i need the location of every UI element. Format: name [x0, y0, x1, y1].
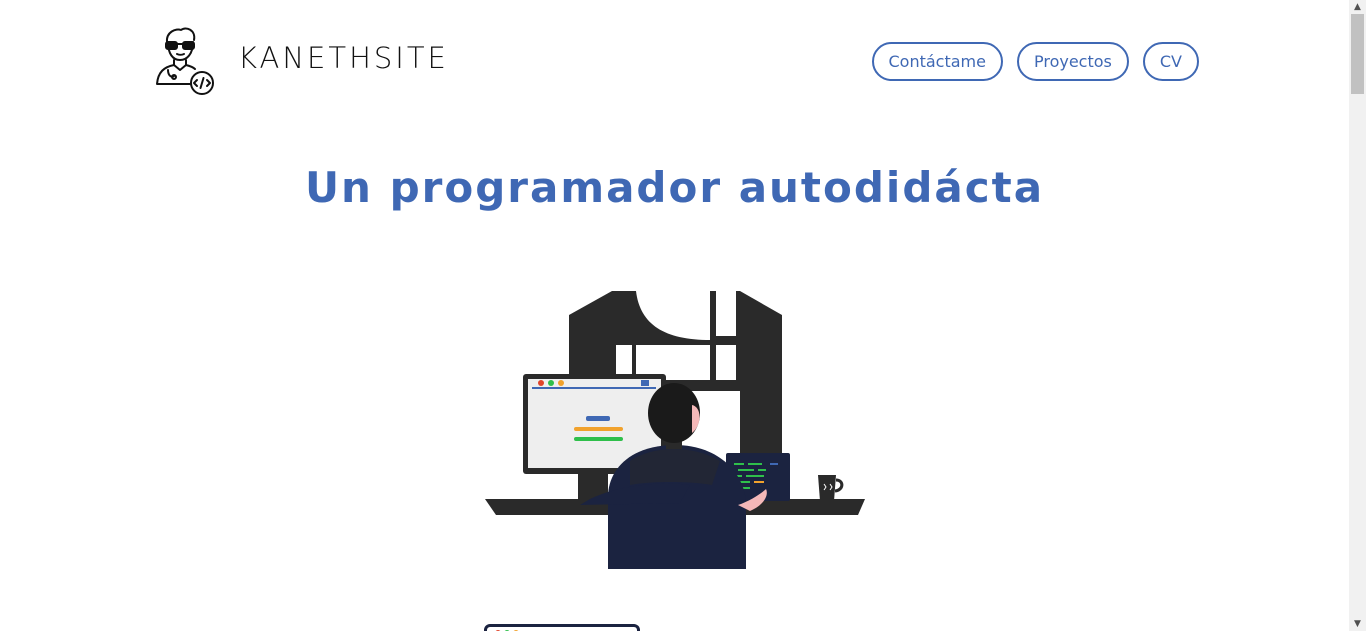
- programmer-at-desk-illustration: [485, 291, 865, 569]
- nav-projects-button[interactable]: Proyectos: [1016, 42, 1129, 81]
- main-nav: Contáctame Proyectos CV: [871, 42, 1199, 81]
- brand-name: KANETHSITE: [238, 41, 449, 75]
- nav-cv-button[interactable]: CV: [1142, 42, 1199, 81]
- scroll-down-arrow-icon[interactable]: ▼: [1349, 617, 1366, 631]
- hero-title: Un programador autodidácta: [304, 163, 1045, 212]
- nav-contact-button[interactable]: Contáctame: [871, 42, 1003, 81]
- programmer-avatar-icon: [156, 27, 214, 95]
- page: KANETHSITE Contáctame Proyectos CV Un pr…: [0, 0, 1349, 631]
- vertical-scrollbar[interactable]: ▲ ▼: [1349, 0, 1366, 631]
- scrollbar-thumb[interactable]: [1351, 14, 1364, 94]
- brand-logo[interactable]: KANETHSITE: [146, 24, 449, 98]
- scroll-up-arrow-icon[interactable]: ▲: [1349, 0, 1366, 14]
- project-card-preview[interactable]: [484, 624, 640, 631]
